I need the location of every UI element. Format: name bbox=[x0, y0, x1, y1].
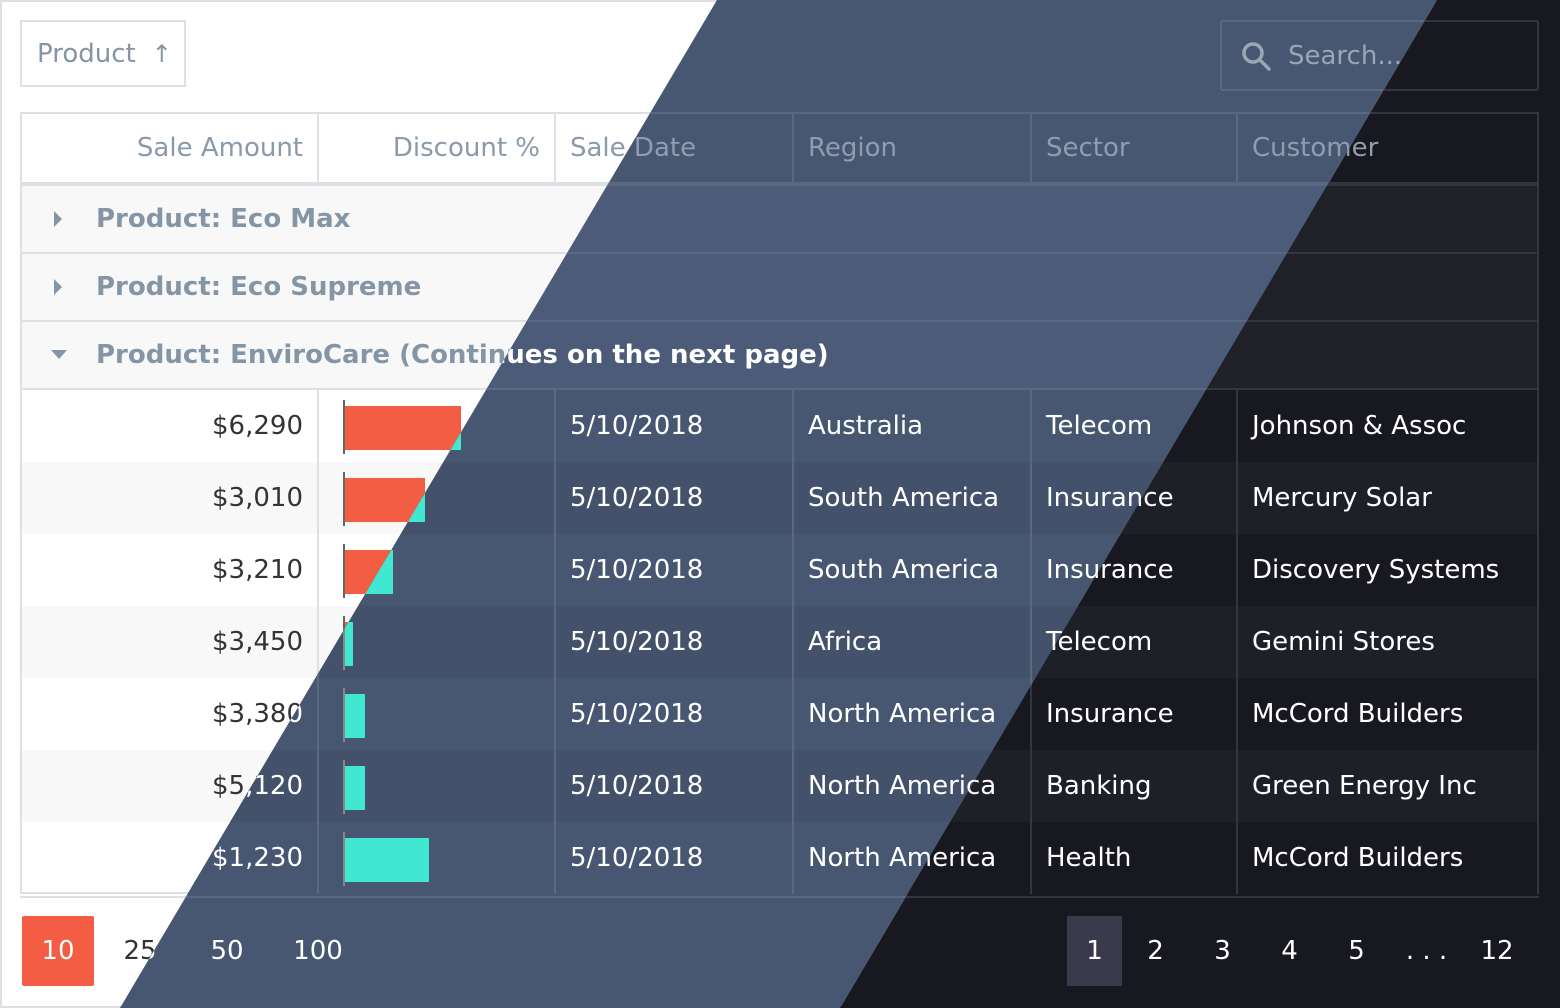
column-header-sector[interactable]: Sector bbox=[1032, 114, 1238, 182]
cell-customer: McCord Builders bbox=[1252, 843, 1464, 873]
cell-date: 5/10/2018 bbox=[556, 606, 794, 678]
discount-bar bbox=[345, 406, 461, 450]
cell-discount bbox=[319, 678, 556, 750]
group-label: Product: Eco Supreme bbox=[96, 272, 422, 302]
page-12[interactable]: 12 bbox=[1463, 916, 1531, 986]
cell-amount: $3,450 bbox=[22, 606, 319, 678]
search-icon bbox=[1242, 41, 1271, 71]
page-1[interactable]: 1 bbox=[1067, 916, 1122, 986]
group-chip-label: Product bbox=[37, 38, 136, 69]
caret-down-icon[interactable] bbox=[22, 350, 96, 360]
discount-bar bbox=[345, 766, 365, 810]
pagination: 12345. . .12 bbox=[1067, 916, 1531, 986]
cell-date: 5/10/2018 bbox=[556, 678, 794, 750]
page-size-50[interactable]: 50 bbox=[186, 916, 268, 986]
page-2[interactable]: 2 bbox=[1122, 916, 1189, 986]
discount-bar bbox=[345, 694, 365, 738]
cell-discount bbox=[319, 606, 556, 678]
page-4[interactable]: 4 bbox=[1256, 916, 1323, 986]
cell-sector: Health bbox=[1032, 822, 1238, 894]
page-ellipsis[interactable]: . . . bbox=[1390, 916, 1463, 986]
cell-discount bbox=[319, 750, 556, 822]
arrow-up-icon[interactable]: ↑ bbox=[152, 40, 172, 68]
column-header-region[interactable]: Region bbox=[794, 114, 1032, 182]
cell-amount: $3,010 bbox=[22, 462, 319, 534]
discount-bar bbox=[345, 622, 353, 666]
cell-customer: Green Energy Inc bbox=[1252, 771, 1477, 801]
cell-customer: Gemini Stores bbox=[1252, 627, 1435, 657]
column-header-amount[interactable]: Sale Amount bbox=[22, 114, 319, 182]
page-3[interactable]: 3 bbox=[1189, 916, 1256, 986]
cell-customer: McCord Builders bbox=[1252, 699, 1464, 729]
cell-region: South America bbox=[794, 462, 1032, 534]
page-size-10[interactable]: 10 bbox=[22, 916, 94, 986]
cell-region: Africa bbox=[794, 606, 1032, 678]
cell-date: 5/10/2018 bbox=[556, 750, 794, 822]
cell-amount: $3,210 bbox=[22, 534, 319, 606]
cell-discount bbox=[319, 822, 556, 894]
cell-sector: Insurance bbox=[1032, 678, 1238, 750]
page-size-100[interactable]: 100 bbox=[268, 916, 368, 986]
group-by-chip-product[interactable]: Product ↑ bbox=[20, 20, 186, 87]
cell-customer: Mercury Solar bbox=[1252, 483, 1432, 513]
cell-amount: $6,290 bbox=[22, 390, 319, 462]
cell-customer: Discovery Systems bbox=[1252, 555, 1500, 585]
search-placeholder: Search... bbox=[1288, 40, 1403, 71]
cell-customer: Johnson & Assoc bbox=[1252, 411, 1467, 441]
group-label: Product: Eco Max bbox=[96, 204, 351, 234]
cell-amount: $3,380 bbox=[22, 678, 319, 750]
cell-region: North America bbox=[794, 678, 1032, 750]
cell-date: 5/10/2018 bbox=[556, 534, 794, 606]
cell-region: Australia bbox=[794, 390, 1032, 462]
cell-sector: Banking bbox=[1032, 750, 1238, 822]
cell-date: 5/10/2018 bbox=[556, 462, 794, 534]
cell-date: 5/10/2018 bbox=[556, 822, 794, 894]
caret-right-icon[interactable] bbox=[22, 211, 96, 227]
cell-date: 5/10/2018 bbox=[556, 390, 794, 462]
caret-right-icon[interactable] bbox=[22, 279, 96, 295]
cell-region: South America bbox=[794, 534, 1032, 606]
page-5[interactable]: 5 bbox=[1323, 916, 1390, 986]
discount-bar bbox=[345, 838, 429, 882]
column-header-discount[interactable]: Discount % bbox=[319, 114, 556, 182]
